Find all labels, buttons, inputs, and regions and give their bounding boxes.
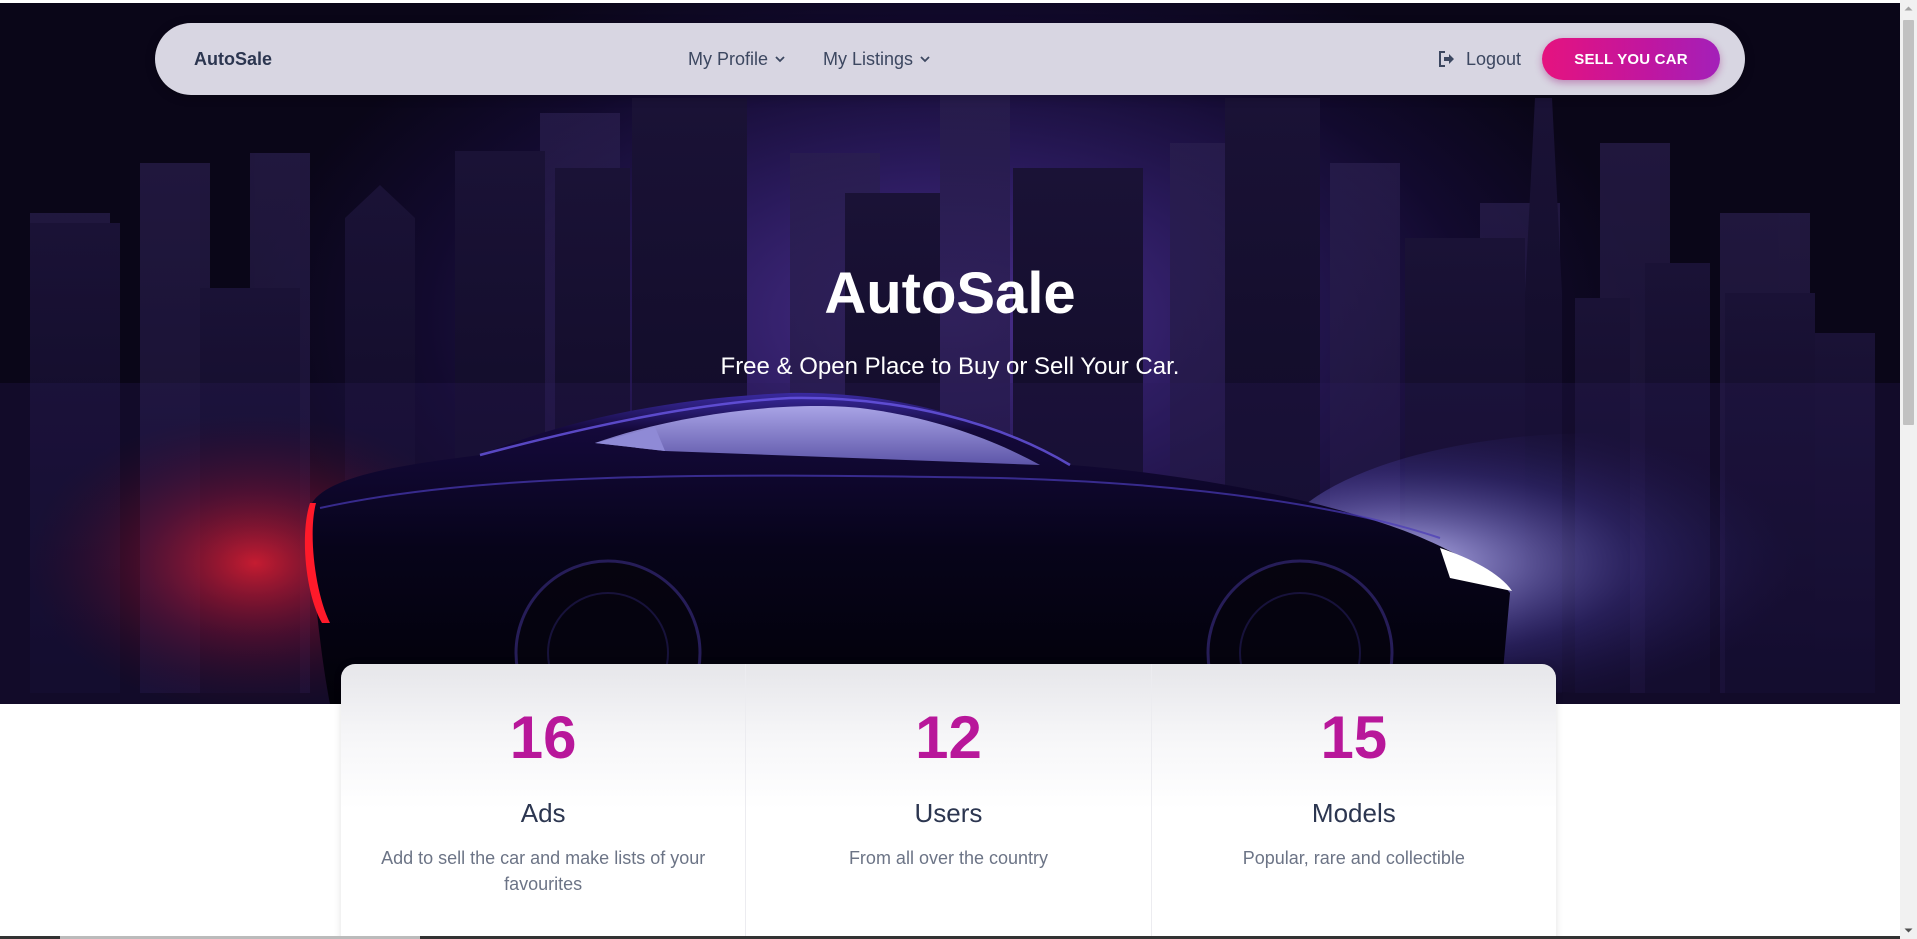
scrollbar-thumb[interactable] (1903, 20, 1914, 425)
nav-my-profile[interactable]: My Profile (688, 23, 786, 95)
chevron-down-icon (920, 56, 930, 63)
stat-title: Models (1311, 798, 1396, 828)
navbar: AutoSale My Profile My Listings Logout S… (155, 23, 1745, 95)
hero-title: AutoSale (824, 261, 1076, 326)
stat-number: 12 (915, 704, 982, 771)
brand-logo[interactable]: AutoSale (194, 23, 272, 95)
vertical-scrollbar[interactable] (1900, 0, 1917, 939)
stats-card: 16 Ads Add to sell the car and make list… (341, 664, 1556, 939)
hero-subtitle: Free & Open Place to Buy or Sell Your Ca… (720, 353, 1180, 380)
stat-description: Popular, rare and collectible (1242, 848, 1465, 868)
nav-my-listings[interactable]: My Listings (823, 23, 931, 95)
stat-models: 15 Models Popular, rare and collectible (1150, 664, 1556, 939)
logout-link[interactable]: Logout (1438, 23, 1521, 95)
stat-description: Add to sell the car and make lists of yo… (381, 848, 706, 894)
chevron-down-icon (775, 56, 785, 63)
stat-ads: 16 Ads Add to sell the car and make list… (341, 664, 745, 939)
stat-description: From all over the country (848, 848, 1049, 868)
sell-your-car-button[interactable]: SELL YOU CAR (1542, 38, 1720, 80)
scroll-down-arrow-icon[interactable] (1900, 922, 1917, 939)
stat-number: 16 (509, 704, 577, 771)
scroll-up-arrow-icon[interactable] (1900, 0, 1917, 17)
stat-number: 15 (1320, 704, 1388, 771)
stat-title: Ads (520, 798, 566, 828)
nav-my-listings-label: My Listings (823, 49, 914, 69)
nav-my-profile-label: My Profile (688, 49, 769, 69)
stat-title: Users (914, 798, 983, 828)
hero-section: AutoSale My Profile My Listings Logout S… (0, 3, 1900, 704)
sign-out-icon (1439, 51, 1454, 67)
stat-users: 12 Users From all over the country (745, 664, 1150, 939)
logout-label: Logout (1466, 49, 1522, 69)
page: AutoSale My Profile My Listings Logout S… (0, 0, 1900, 939)
